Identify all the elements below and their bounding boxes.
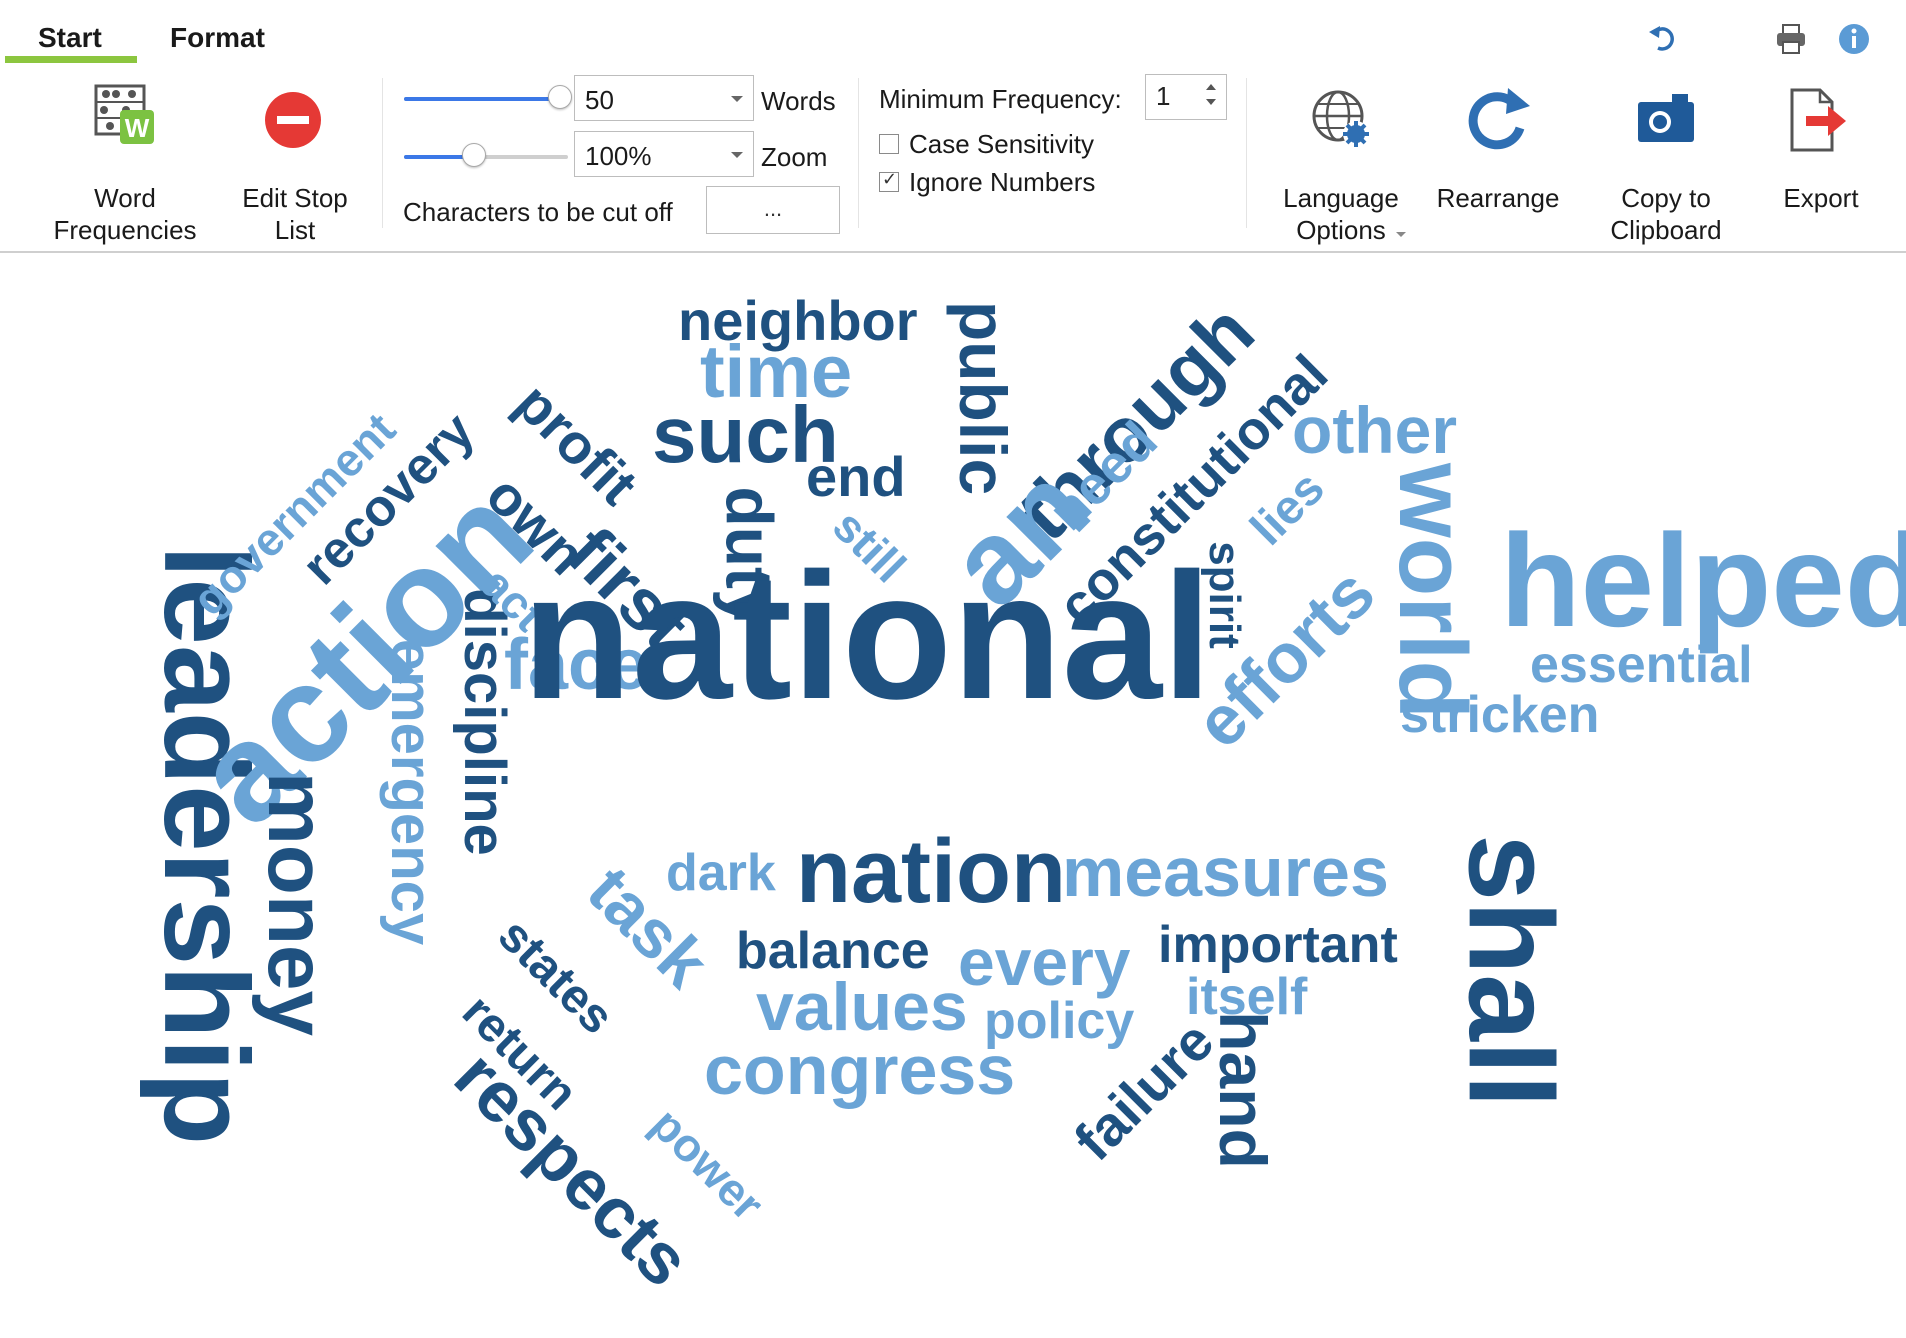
min-frequency-label: Minimum Frequency: xyxy=(879,84,1122,114)
word-frequencies-button[interactable]: W Word Frequencies xyxy=(40,82,210,245)
cloud-word[interactable]: other xyxy=(1292,397,1457,463)
cloud-word[interactable]: every xyxy=(958,929,1131,995)
chevron-down-icon xyxy=(1396,232,1406,237)
export-button[interactable]: Export xyxy=(1766,82,1876,242)
case-sensitivity-checkbox[interactable] xyxy=(879,134,899,154)
cloud-word[interactable]: dark xyxy=(666,847,776,899)
info-icon[interactable] xyxy=(1837,22,1871,56)
chars-cut-label: Characters to be cut off xyxy=(403,197,673,227)
copy-to-clipboard-label: Copy to Clipboard xyxy=(1610,183,1722,245)
zoom-slider[interactable] xyxy=(404,143,568,167)
ribbon-separator xyxy=(382,78,383,228)
chevron-down-icon xyxy=(731,96,743,102)
words-slider[interactable] xyxy=(404,85,572,109)
cloud-word[interactable]: congress xyxy=(704,1035,1015,1105)
words-count-value: 50 xyxy=(585,85,614,115)
cloud-word[interactable]: national xyxy=(522,547,1212,727)
chevron-down-icon xyxy=(731,152,743,158)
print-icon[interactable] xyxy=(1774,22,1808,56)
cloud-word[interactable]: money xyxy=(251,772,342,1036)
words-slider-fill xyxy=(404,97,554,101)
min-frequency-value: 1 xyxy=(1156,81,1171,111)
cloud-word[interactable]: nation xyxy=(796,827,1066,917)
words-slider-thumb[interactable] xyxy=(548,85,572,109)
rearrange-icon xyxy=(1468,88,1530,150)
cloud-word[interactable]: end xyxy=(806,449,906,505)
chars-cut-button[interactable]: ... xyxy=(706,186,840,234)
edit-stop-list-label: Edit Stop List xyxy=(242,183,348,245)
tab-format[interactable]: Format xyxy=(170,22,265,54)
cloud-word[interactable]: leadership xyxy=(139,545,273,1145)
zoom-value: 100% xyxy=(585,141,652,171)
ribbon-toolbar: W Word Frequencies Edit Stop List 50 Wor… xyxy=(0,64,1906,253)
stepper-up-icon[interactable] xyxy=(1206,84,1216,90)
zoom-slider-thumb[interactable] xyxy=(462,143,486,167)
rearrange-button[interactable]: Rearrange xyxy=(1428,82,1568,242)
ribbon-tab-bar: Start Format xyxy=(0,0,1906,65)
export-label: Export xyxy=(1783,183,1859,213)
cloud-word[interactable]: helped xyxy=(1500,515,1906,647)
cloud-word[interactable]: important xyxy=(1158,919,1398,971)
language-options-button[interactable]: Language Options xyxy=(1268,82,1414,245)
rearrange-label: Rearrange xyxy=(1436,183,1560,213)
globe-gear-icon xyxy=(1312,90,1369,147)
cloud-word[interactable]: stricken xyxy=(1400,689,1599,741)
cloud-word[interactable]: world xyxy=(1379,463,1486,719)
camera-icon xyxy=(1638,94,1694,142)
zoom-label: Zoom xyxy=(761,142,828,172)
cloud-word[interactable]: emergency xyxy=(379,639,444,945)
cloud-word[interactable]: hand xyxy=(1206,1011,1280,1169)
cloud-word[interactable]: shall xyxy=(1444,834,1578,1107)
zoom-slider-fill xyxy=(404,155,470,159)
checkmark-icon: ✓ xyxy=(882,169,898,189)
ribbon-separator xyxy=(858,78,859,228)
cloud-word[interactable]: essential xyxy=(1530,639,1753,691)
words-label: Words xyxy=(761,86,836,116)
ribbon-separator xyxy=(1246,78,1247,228)
copy-to-clipboard-button[interactable]: Copy to Clipboard xyxy=(1588,82,1744,245)
word-cloud: leadership government recovery action mo… xyxy=(0,253,1906,1338)
cloud-word[interactable]: lies xyxy=(1241,462,1335,556)
zoom-combo[interactable]: 100% xyxy=(574,131,754,177)
tab-start[interactable]: Start xyxy=(38,22,102,54)
ignore-numbers-label: Ignore Numbers xyxy=(909,167,1096,197)
active-tab-indicator xyxy=(5,56,137,63)
ignore-numbers-checkbox[interactable]: ✓ xyxy=(879,169,899,192)
cloud-word[interactable]: measures xyxy=(1062,837,1389,907)
word-frequencies-label: Word Frequencies xyxy=(53,183,197,245)
language-options-label: Language Options xyxy=(1283,183,1399,245)
word-frequencies-icon: W xyxy=(94,84,154,144)
min-frequency-stepper[interactable]: 1 xyxy=(1145,74,1227,120)
edit-stop-list-button[interactable]: Edit Stop List xyxy=(225,82,365,245)
stop-icon xyxy=(265,92,321,148)
case-sensitivity-label: Case Sensitivity xyxy=(909,129,1094,159)
stepper-down-icon[interactable] xyxy=(1206,99,1216,105)
words-count-combo[interactable]: 50 xyxy=(574,75,754,121)
svg-text:W: W xyxy=(125,113,150,143)
undo-icon[interactable] xyxy=(1646,22,1680,56)
export-icon xyxy=(1790,88,1846,152)
